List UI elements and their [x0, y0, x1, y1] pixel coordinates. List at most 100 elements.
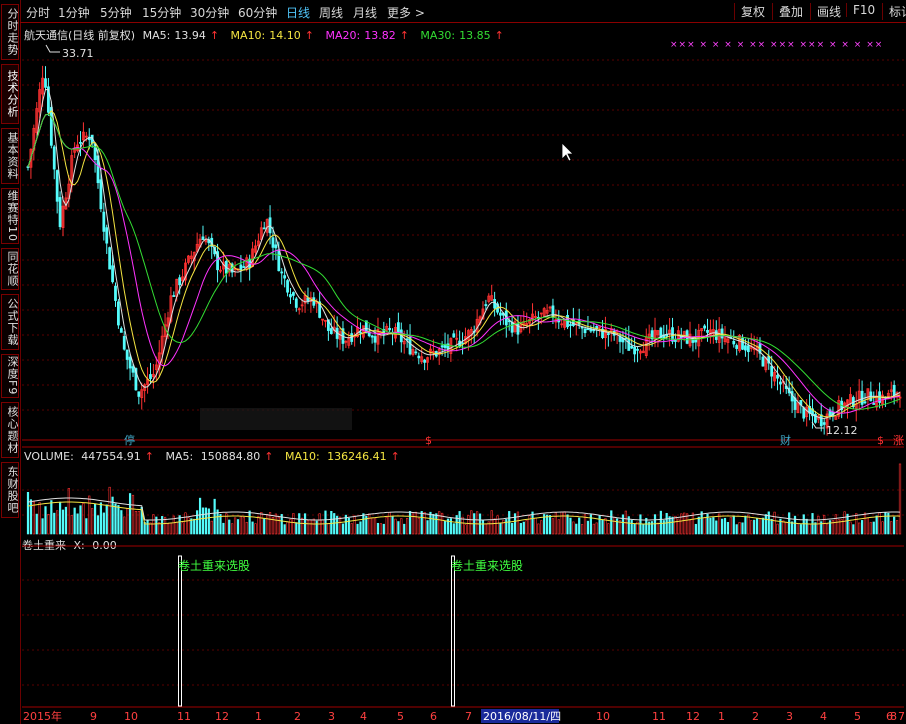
volume-bar	[219, 514, 222, 535]
volume-bar	[91, 508, 94, 535]
volume-bar	[546, 514, 549, 535]
volume-bar	[744, 515, 747, 535]
volume-bar	[726, 522, 730, 535]
candle-body	[108, 247, 112, 270]
volume-bar	[417, 517, 420, 535]
candle-body	[636, 348, 639, 351]
candle-body	[732, 340, 736, 345]
volume-bar	[423, 512, 426, 535]
volume-bar	[239, 516, 242, 535]
candle-body	[770, 365, 774, 377]
event-marker: $	[877, 434, 884, 447]
volume-bar	[860, 520, 864, 535]
candle-body	[294, 298, 298, 308]
volume-bar	[855, 513, 858, 535]
candle-body	[312, 297, 316, 306]
volume-bar	[729, 517, 732, 535]
volume-bar	[694, 523, 697, 535]
volume-bar	[686, 513, 689, 535]
kline-chart[interactable]: 卷土重来选股 卷土重来选股 33.7112.12停 $ 财 $ 涨 2015年 9 10 11 1…	[0, 0, 906, 724]
volume-bar	[108, 486, 111, 535]
volume-bar	[788, 512, 791, 535]
volume-bar	[741, 522, 744, 535]
candle-body	[105, 227, 109, 244]
volume-bar	[548, 515, 552, 535]
volume-bar	[522, 521, 525, 535]
volume-bar	[534, 517, 537, 535]
candle-body	[606, 333, 610, 336]
volume-bar	[406, 518, 409, 535]
volume-bar	[858, 522, 861, 535]
candle-body	[860, 390, 864, 405]
volume-bar	[330, 510, 333, 535]
x-tick-label: 10	[596, 710, 610, 723]
volume-bar	[531, 511, 534, 535]
candle-body	[102, 211, 106, 232]
candle-body	[79, 141, 82, 144]
volume-bar	[604, 518, 607, 535]
volume-bar	[852, 524, 855, 535]
volume-bar	[400, 518, 403, 535]
volume-bar	[863, 512, 867, 535]
volume-bar	[67, 488, 70, 535]
volume-bar	[26, 491, 30, 535]
volume-bar	[385, 516, 388, 535]
volume-bar	[808, 523, 811, 535]
volume-bar	[592, 523, 595, 535]
volume-bar	[432, 513, 435, 535]
volume-bar	[123, 516, 126, 535]
candle-body	[122, 336, 126, 350]
volume-bar	[823, 514, 826, 535]
volume-bar	[738, 522, 741, 535]
x-tick-label: 7	[898, 710, 905, 723]
x-tick-label: 6	[430, 710, 437, 723]
x-tick-label: 2015年	[23, 709, 62, 723]
volume-bar	[356, 523, 359, 535]
signal-label: 卷土重来选股	[451, 558, 523, 573]
candle-body	[396, 322, 400, 333]
volume-bar	[85, 518, 88, 535]
volume-bar	[184, 512, 187, 535]
high-price-pointer	[45, 44, 60, 53]
volume-bar	[519, 523, 522, 535]
volume-bar	[408, 510, 412, 535]
high-price-label: 33.71	[62, 47, 94, 60]
volume-bar	[898, 463, 902, 535]
volume-bar	[805, 518, 808, 535]
x-tick-label: 5	[397, 710, 404, 723]
x-tick-label: 2	[294, 710, 301, 723]
candle-body	[703, 325, 707, 329]
volume-bar	[222, 522, 225, 535]
volume-bar	[382, 523, 385, 535]
volume-bar	[260, 512, 263, 535]
candle-body	[99, 179, 103, 210]
volume-bar	[843, 511, 846, 535]
volume-bar	[869, 522, 872, 535]
candle-body	[271, 237, 275, 248]
volume-bar	[790, 521, 794, 535]
volume-bar	[493, 518, 496, 535]
candle-body	[137, 391, 141, 397]
volume-bar	[228, 519, 231, 535]
volume-bar	[231, 523, 234, 535]
volume-bar	[732, 515, 735, 535]
volume-bar	[750, 520, 753, 535]
volume-bar	[767, 511, 770, 535]
volume-bar	[866, 517, 870, 535]
volume-bar	[274, 513, 277, 535]
volume-bar	[128, 493, 132, 535]
volume-bar	[665, 512, 668, 535]
x-tick-label: 1	[255, 710, 262, 723]
volume-bar	[315, 520, 318, 535]
volume-bar	[283, 524, 286, 535]
candle-body	[761, 356, 765, 367]
candle-body	[201, 236, 205, 241]
volume-bar	[435, 513, 438, 535]
volume-bar	[295, 522, 298, 535]
volume-bar	[537, 523, 540, 535]
candle-body	[776, 374, 779, 379]
volume-bar	[79, 505, 82, 535]
volume-bar	[114, 503, 117, 535]
volume-bar	[88, 495, 91, 535]
volume-bar	[266, 514, 269, 535]
